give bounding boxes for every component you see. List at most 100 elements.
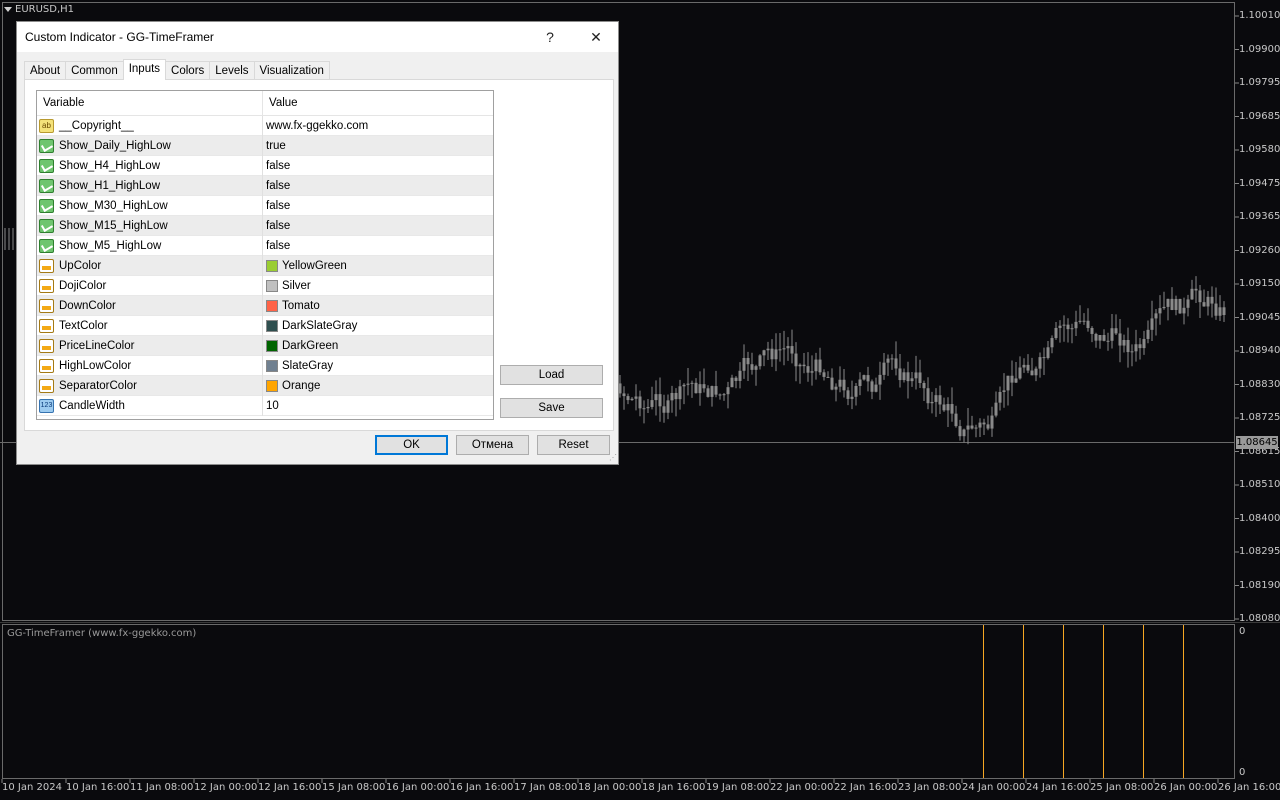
candle-body [990,415,994,429]
input-row[interactable]: Show_M15_HighLow false [37,215,493,236]
candle-body [982,422,986,425]
candle-body [870,381,874,392]
input-row[interactable]: UpColor YellowGreen [37,255,493,276]
candle-body [966,425,970,430]
input-row[interactable]: Show_Daily_HighLow true [37,135,493,156]
dropdown-triangle-icon[interactable] [4,7,12,12]
dialog-title: Custom Indicator - GG-TimeFramer [25,30,214,44]
candle-body [886,358,890,363]
value-cell[interactable]: false [263,220,290,232]
value-cell[interactable]: Orange [263,379,320,392]
help-button[interactable]: ? [530,25,570,49]
input-row[interactable]: TextColor DarkSlateGray [37,315,493,336]
time-tick-label: 19 Jan 08:00 [706,782,770,793]
input-row[interactable]: HighLowColor SlateGray [37,355,493,376]
tab-levels[interactable]: Levels [209,61,255,80]
input-row[interactable]: Show_M5_HighLow false [37,235,493,256]
save-button[interactable]: Save [500,398,603,418]
variable-cell: Show_Daily_HighLow [37,135,263,156]
candle-body [878,374,882,385]
color-type-icon [39,258,54,273]
candle-body [658,394,662,407]
value-cell[interactable]: false [263,160,290,172]
cancel-button[interactable]: Отмена [456,435,529,455]
load-button[interactable]: Load [500,365,603,385]
input-row[interactable]: Show_H4_HighLow false [37,155,493,176]
string-type-icon: ab [39,118,54,133]
value-text: 10 [266,399,279,412]
candle-body [1078,320,1082,322]
value-cell[interactable]: YellowGreen [263,259,347,272]
dialog-titlebar[interactable]: Custom Indicator - GG-TimeFramer ? ✕ [17,22,618,52]
input-row[interactable]: PriceLineColor DarkGreen [37,335,493,356]
header-value[interactable]: Value [263,91,298,115]
variable-name: Show_M5_HighLow [59,239,162,252]
candle-body [874,384,878,392]
resize-grip-icon[interactable]: ⋰ [607,453,617,463]
close-button[interactable]: ✕ [576,25,616,49]
value-cell[interactable]: true [263,140,286,152]
time-tick-label: 22 Jan 16:00 [834,782,898,793]
value-cell[interactable]: www.fx-ggekko.com [263,120,368,132]
input-row[interactable]: 123 CandleWidth 10 [37,395,493,416]
value-cell[interactable]: DarkGreen [263,339,338,352]
candle-body [910,378,914,382]
value-cell[interactable]: DarkSlateGray [263,319,358,332]
input-row[interactable]: DojiColor Silver [37,275,493,296]
price-tick-label: 1.09045 [1239,311,1280,323]
value-cell[interactable]: SlateGray [263,359,333,372]
candle-body [742,358,746,371]
tab-visualization[interactable]: Visualization [253,61,330,80]
value-cell[interactable]: Silver [263,279,311,292]
bool-type-icon [39,138,54,153]
variable-cell: ab __Copyright__ [37,115,263,136]
candle-body [678,386,682,400]
candle-body [762,350,766,356]
header-variable[interactable]: Variable [37,91,263,115]
time-tick-label: 25 Jan 08:00 [1090,782,1154,793]
value-cell[interactable]: false [263,180,290,192]
candle-body [1218,307,1222,316]
candle-body [754,366,758,370]
color-swatch [266,259,278,272]
variable-name: PriceLineColor [59,339,135,352]
tab-about[interactable]: About [24,61,67,80]
reset-button[interactable]: Reset [537,435,610,455]
value-cell[interactable]: false [263,200,290,212]
value-text: DarkSlateGray [282,319,358,332]
value-cell[interactable]: 10 [263,400,279,412]
variable-name: Show_H4_HighLow [59,159,161,172]
candle-body [662,406,666,413]
candle-body [970,425,974,429]
ok-button[interactable]: OK [375,435,448,455]
candle-body [1130,351,1134,353]
input-row[interactable]: SeparatorColor Orange [37,375,493,396]
candle-body [918,372,922,383]
candle-body [958,426,962,437]
candle-body [894,358,898,369]
symbol-header[interactable]: EURUSD,H1 [4,4,74,15]
input-row[interactable]: ab __Copyright__ www.fx-ggekko.com [37,115,493,136]
candle-body [1042,357,1046,359]
value-cell[interactable]: false [263,240,290,252]
input-row[interactable]: Show_H1_HighLow false [37,175,493,196]
value-cell[interactable]: Tomato [263,299,320,312]
price-tick-label: 1.09795 [1239,77,1280,88]
candle-body [950,404,954,414]
candle-body [818,359,822,373]
input-row[interactable]: DownColor Tomato [37,295,493,316]
time-tick-label: 18 Jan 00:00 [578,782,642,793]
candle-body [1006,375,1010,391]
time-tick-label: 24 Jan 16:00 [1026,782,1090,793]
tab-inputs[interactable]: Inputs [122,59,167,80]
variable-cell: Show_M15_HighLow [37,215,263,236]
candle-body [1182,307,1186,314]
candle-body [706,388,710,397]
input-row[interactable]: Show_M30_HighLow false [37,195,493,216]
color-swatch [266,339,278,352]
variable-cell: TextColor [37,315,263,336]
inputs-panel: Variable Value ab __Copyright__ www.fx-gge… [24,79,614,431]
tab-common[interactable]: Common [65,61,124,80]
value-text: true [266,139,286,152]
tab-colors[interactable]: Colors [165,61,211,80]
